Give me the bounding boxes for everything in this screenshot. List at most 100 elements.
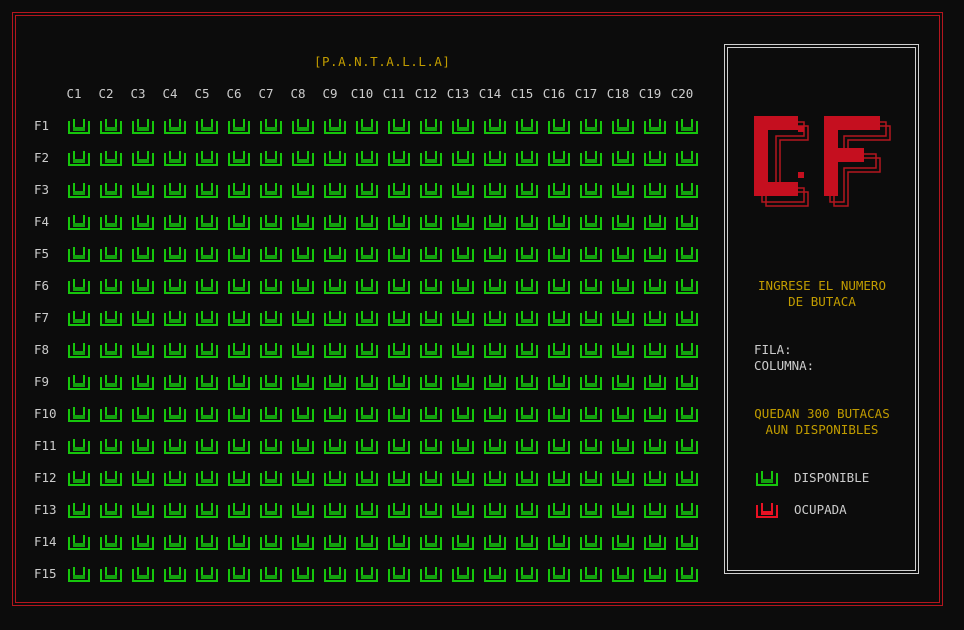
armchair-icon[interactable] [132, 246, 154, 262]
armchair-icon[interactable] [196, 534, 218, 550]
armchair-icon[interactable] [420, 534, 442, 550]
armchair-icon[interactable] [388, 566, 410, 582]
armchair-icon[interactable] [164, 470, 186, 486]
armchair-icon[interactable] [68, 502, 90, 518]
armchair-icon[interactable] [68, 118, 90, 134]
armchair-icon[interactable] [228, 374, 250, 390]
armchair-icon[interactable] [292, 278, 314, 294]
armchair-icon[interactable] [516, 342, 538, 358]
fila-input[interactable] [800, 342, 890, 358]
armchair-icon[interactable] [484, 502, 506, 518]
armchair-icon[interactable] [132, 534, 154, 550]
armchair-icon[interactable] [292, 150, 314, 166]
armchair-icon[interactable] [484, 374, 506, 390]
armchair-icon[interactable] [260, 374, 282, 390]
armchair-icon[interactable] [516, 374, 538, 390]
armchair-icon[interactable] [356, 438, 378, 454]
armchair-icon[interactable] [164, 278, 186, 294]
armchair-icon[interactable] [388, 342, 410, 358]
armchair-icon[interactable] [164, 214, 186, 230]
armchair-icon[interactable] [420, 502, 442, 518]
armchair-icon[interactable] [228, 118, 250, 134]
armchair-icon[interactable] [100, 310, 122, 326]
armchair-icon[interactable] [132, 374, 154, 390]
armchair-icon[interactable] [196, 374, 218, 390]
armchair-icon[interactable] [260, 118, 282, 134]
armchair-icon[interactable] [196, 246, 218, 262]
armchair-icon[interactable] [228, 502, 250, 518]
armchair-icon[interactable] [356, 342, 378, 358]
columna-input[interactable] [822, 358, 892, 374]
armchair-icon[interactable] [452, 470, 474, 486]
armchair-icon[interactable] [580, 438, 602, 454]
armchair-icon[interactable] [676, 470, 698, 486]
armchair-icon[interactable] [356, 534, 378, 550]
armchair-icon[interactable] [484, 310, 506, 326]
armchair-icon[interactable] [548, 534, 570, 550]
armchair-icon[interactable] [324, 374, 346, 390]
armchair-icon[interactable] [196, 566, 218, 582]
armchair-icon[interactable] [164, 342, 186, 358]
armchair-icon[interactable] [676, 182, 698, 198]
armchair-icon[interactable] [196, 470, 218, 486]
armchair-icon[interactable] [516, 214, 538, 230]
armchair-icon[interactable] [452, 278, 474, 294]
armchair-icon[interactable] [356, 406, 378, 422]
armchair-icon[interactable] [68, 406, 90, 422]
armchair-icon[interactable] [228, 150, 250, 166]
armchair-icon[interactable] [612, 566, 634, 582]
armchair-icon[interactable] [580, 406, 602, 422]
armchair-icon[interactable] [676, 566, 698, 582]
armchair-icon[interactable] [356, 214, 378, 230]
armchair-icon[interactable] [164, 246, 186, 262]
armchair-icon[interactable] [100, 406, 122, 422]
armchair-icon[interactable] [484, 278, 506, 294]
armchair-icon[interactable] [324, 470, 346, 486]
armchair-icon[interactable] [676, 342, 698, 358]
armchair-icon[interactable] [676, 502, 698, 518]
armchair-icon[interactable] [484, 342, 506, 358]
armchair-icon[interactable] [132, 342, 154, 358]
armchair-icon[interactable] [548, 118, 570, 134]
armchair-icon[interactable] [388, 182, 410, 198]
armchair-icon[interactable] [100, 246, 122, 262]
armchair-icon[interactable] [612, 438, 634, 454]
armchair-icon[interactable] [548, 502, 570, 518]
armchair-icon[interactable] [324, 118, 346, 134]
armchair-icon[interactable] [420, 118, 442, 134]
armchair-icon[interactable] [580, 150, 602, 166]
armchair-icon[interactable] [228, 310, 250, 326]
armchair-icon[interactable] [644, 278, 666, 294]
armchair-icon[interactable] [260, 182, 282, 198]
armchair-icon[interactable] [68, 374, 90, 390]
armchair-icon[interactable] [164, 406, 186, 422]
armchair-icon[interactable] [388, 502, 410, 518]
armchair-icon[interactable] [164, 310, 186, 326]
armchair-icon[interactable] [388, 310, 410, 326]
armchair-icon[interactable] [676, 150, 698, 166]
armchair-icon[interactable] [580, 566, 602, 582]
armchair-icon[interactable] [484, 470, 506, 486]
armchair-icon[interactable] [644, 374, 666, 390]
armchair-icon[interactable] [548, 214, 570, 230]
armchair-icon[interactable] [420, 278, 442, 294]
armchair-icon[interactable] [548, 342, 570, 358]
armchair-icon[interactable] [452, 182, 474, 198]
armchair-icon[interactable] [484, 246, 506, 262]
armchair-icon[interactable] [132, 278, 154, 294]
armchair-icon[interactable] [132, 118, 154, 134]
armchair-icon[interactable] [292, 438, 314, 454]
armchair-icon[interactable] [260, 342, 282, 358]
armchair-icon[interactable] [388, 214, 410, 230]
armchair-icon[interactable] [612, 310, 634, 326]
armchair-icon[interactable] [484, 150, 506, 166]
armchair-icon[interactable] [292, 566, 314, 582]
armchair-icon[interactable] [100, 182, 122, 198]
armchair-icon[interactable] [644, 342, 666, 358]
armchair-icon[interactable] [196, 438, 218, 454]
armchair-icon[interactable] [644, 214, 666, 230]
armchair-icon[interactable] [356, 470, 378, 486]
armchair-icon[interactable] [292, 118, 314, 134]
armchair-icon[interactable] [420, 150, 442, 166]
armchair-icon[interactable] [132, 502, 154, 518]
